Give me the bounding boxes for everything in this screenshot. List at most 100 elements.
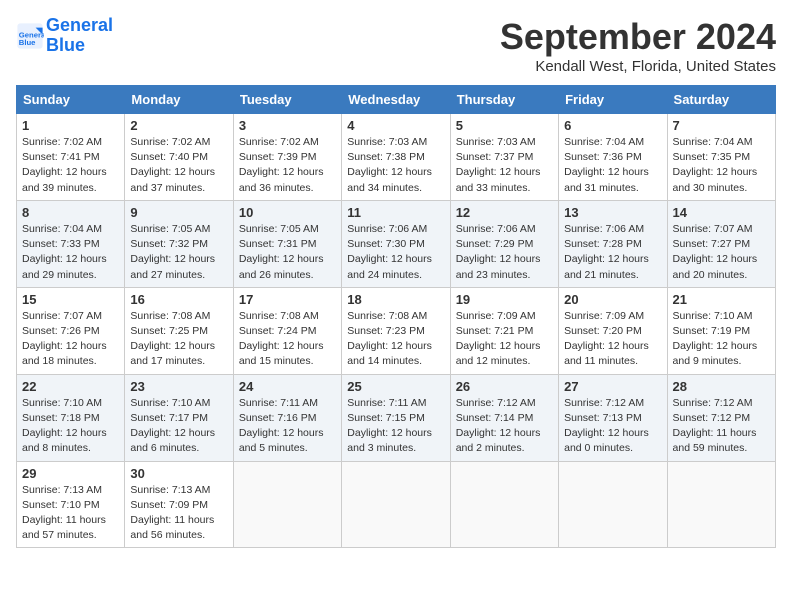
day-info: Sunrise: 7:12 AMSunset: 7:12 PMDaylight:… [673, 396, 770, 457]
day-info: Sunrise: 7:04 AMSunset: 7:33 PMDaylight:… [22, 222, 119, 283]
calendar-cell: 6 Sunrise: 7:04 AMSunset: 7:36 PMDaylight… [559, 114, 667, 201]
day-number: 24 [239, 379, 336, 394]
calendar-cell [559, 461, 667, 548]
calendar-cell: 3 Sunrise: 7:02 AMSunset: 7:39 PMDaylight… [233, 114, 341, 201]
calendar-cell: 28 Sunrise: 7:12 AMSunset: 7:12 PMDayligh… [667, 374, 775, 461]
day-number: 4 [347, 118, 444, 133]
day-info: Sunrise: 7:02 AMSunset: 7:39 PMDaylight:… [239, 135, 336, 196]
day-number: 26 [456, 379, 553, 394]
day-number: 8 [22, 205, 119, 220]
calendar-cell: 26 Sunrise: 7:12 AMSunset: 7:14 PMDayligh… [450, 374, 558, 461]
day-number: 30 [130, 466, 227, 481]
calendar-cell: 2Sunrise: 7:02 AMSunset: 7:40 PMDaylight… [125, 114, 233, 201]
day-info: Sunrise: 7:11 AMSunset: 7:16 PMDaylight:… [239, 396, 336, 457]
calendar-cell: 8 Sunrise: 7:04 AMSunset: 7:33 PMDaylight… [17, 200, 125, 287]
calendar-cell: 25 Sunrise: 7:11 AMSunset: 7:15 PMDayligh… [342, 374, 450, 461]
calendar-cell: 17 Sunrise: 7:08 AMSunset: 7:24 PMDayligh… [233, 287, 341, 374]
day-number: 14 [673, 205, 770, 220]
col-header-tuesday: Tuesday [233, 86, 341, 114]
day-info: Sunrise: 7:04 AMSunset: 7:35 PMDaylight:… [673, 135, 770, 196]
day-info: Sunrise: 7:09 AMSunset: 7:21 PMDaylight:… [456, 309, 553, 370]
calendar-table: SundayMondayTuesdayWednesdayThursdayFrid… [16, 85, 776, 548]
col-header-saturday: Saturday [667, 86, 775, 114]
calendar-cell [233, 461, 341, 548]
day-number: 20 [564, 292, 661, 307]
day-number: 17 [239, 292, 336, 307]
day-info: Sunrise: 7:13 AMSunset: 7:10 PMDaylight:… [22, 483, 119, 544]
calendar-cell: 1 Sunrise: 7:02 AMSunset: 7:41 PMDaylight… [17, 114, 125, 201]
calendar-cell: 30 Sunrise: 7:13 AMSunset: 7:09 PMDayligh… [125, 461, 233, 548]
day-number: 12 [456, 205, 553, 220]
title-block: September 2024 Kendall West, Florida, Un… [500, 16, 776, 75]
col-header-monday: Monday [125, 86, 233, 114]
header: General Blue GeneralBlue September 2024 … [16, 16, 776, 75]
day-number: 19 [456, 292, 553, 307]
day-number: 2 [130, 118, 227, 133]
day-info: Sunrise: 7:12 AMSunset: 7:13 PMDaylight:… [564, 396, 661, 457]
day-number: 23 [130, 379, 227, 394]
day-number: 11 [347, 205, 444, 220]
month-title: September 2024 [500, 16, 776, 58]
calendar-cell: 27 Sunrise: 7:12 AMSunset: 7:13 PMDayligh… [559, 374, 667, 461]
day-number: 16 [130, 292, 227, 307]
day-info: Sunrise: 7:08 AMSunset: 7:24 PMDaylight:… [239, 309, 336, 370]
day-info: Sunrise: 7:09 AMSunset: 7:20 PMDaylight:… [564, 309, 661, 370]
col-header-sunday: Sunday [17, 86, 125, 114]
day-info: Sunrise: 7:03 AMSunset: 7:38 PMDaylight:… [347, 135, 444, 196]
day-info: Sunrise: 7:02 AMSunset: 7:41 PMDaylight:… [22, 135, 119, 196]
day-info: Sunrise: 7:07 AMSunset: 7:27 PMDaylight:… [673, 222, 770, 283]
day-number: 27 [564, 379, 661, 394]
day-info: Sunrise: 7:10 AMSunset: 7:19 PMDaylight:… [673, 309, 770, 370]
col-header-thursday: Thursday [450, 86, 558, 114]
day-info: Sunrise: 7:12 AMSunset: 7:14 PMDaylight:… [456, 396, 553, 457]
day-info: Sunrise: 7:05 AMSunset: 7:32 PMDaylight:… [130, 222, 227, 283]
calendar-cell: 13Sunrise: 7:06 AMSunset: 7:28 PMDayligh… [559, 200, 667, 287]
calendar-cell: 24 Sunrise: 7:11 AMSunset: 7:16 PMDayligh… [233, 374, 341, 461]
calendar-cell: 19 Sunrise: 7:09 AMSunset: 7:21 PMDayligh… [450, 287, 558, 374]
day-info: Sunrise: 7:03 AMSunset: 7:37 PMDaylight:… [456, 135, 553, 196]
day-number: 1 [22, 118, 119, 133]
col-header-wednesday: Wednesday [342, 86, 450, 114]
calendar-cell: 12Sunrise: 7:06 AMSunset: 7:29 PMDayligh… [450, 200, 558, 287]
logo-icon: General Blue [16, 22, 44, 50]
day-number: 10 [239, 205, 336, 220]
calendar-cell: 23 Sunrise: 7:10 AMSunset: 7:17 PMDayligh… [125, 374, 233, 461]
day-number: 29 [22, 466, 119, 481]
col-header-friday: Friday [559, 86, 667, 114]
calendar-cell [667, 461, 775, 548]
calendar-cell [342, 461, 450, 548]
day-info: Sunrise: 7:04 AMSunset: 7:36 PMDaylight:… [564, 135, 661, 196]
calendar-cell: 15Sunrise: 7:07 AMSunset: 7:26 PMDayligh… [17, 287, 125, 374]
header-row: SundayMondayTuesdayWednesdayThursdayFrid… [17, 86, 776, 114]
day-number: 6 [564, 118, 661, 133]
day-info: Sunrise: 7:05 AMSunset: 7:31 PMDaylight:… [239, 222, 336, 283]
calendar-cell: 10 Sunrise: 7:05 AMSunset: 7:31 PMDayligh… [233, 200, 341, 287]
calendar-cell: 9 Sunrise: 7:05 AMSunset: 7:32 PMDaylight… [125, 200, 233, 287]
day-number: 25 [347, 379, 444, 394]
day-number: 15 [22, 292, 119, 307]
day-info: Sunrise: 7:10 AMSunset: 7:17 PMDaylight:… [130, 396, 227, 457]
day-number: 7 [673, 118, 770, 133]
day-number: 28 [673, 379, 770, 394]
calendar-cell: 21 Sunrise: 7:10 AMSunset: 7:19 PMDayligh… [667, 287, 775, 374]
day-info: Sunrise: 7:13 AMSunset: 7:09 PMDaylight:… [130, 483, 227, 544]
day-number: 9 [130, 205, 227, 220]
logo: General Blue GeneralBlue [16, 16, 113, 56]
day-number: 21 [673, 292, 770, 307]
calendar-cell [450, 461, 558, 548]
day-info: Sunrise: 7:06 AMSunset: 7:28 PMDaylight:… [564, 222, 661, 283]
location-title: Kendall West, Florida, United States [500, 58, 776, 75]
calendar-cell: 29 Sunrise: 7:13 AMSunset: 7:10 PMDayligh… [17, 461, 125, 548]
calendar-cell: 20 Sunrise: 7:09 AMSunset: 7:20 PMDayligh… [559, 287, 667, 374]
svg-text:Blue: Blue [19, 38, 36, 47]
calendar-cell: 16Sunrise: 7:08 AMSunset: 7:25 PMDayligh… [125, 287, 233, 374]
day-info: Sunrise: 7:06 AMSunset: 7:30 PMDaylight:… [347, 222, 444, 283]
day-number: 22 [22, 379, 119, 394]
calendar-cell: 11 Sunrise: 7:06 AMSunset: 7:30 PMDayligh… [342, 200, 450, 287]
calendar-cell: 4 Sunrise: 7:03 AMSunset: 7:38 PMDaylight… [342, 114, 450, 201]
calendar-cell: 5Sunrise: 7:03 AMSunset: 7:37 PMDaylight… [450, 114, 558, 201]
calendar-cell: 7 Sunrise: 7:04 AMSunset: 7:35 PMDaylight… [667, 114, 775, 201]
day-number: 3 [239, 118, 336, 133]
day-info: Sunrise: 7:11 AMSunset: 7:15 PMDaylight:… [347, 396, 444, 457]
calendar-cell: 18Sunrise: 7:08 AMSunset: 7:23 PMDayligh… [342, 287, 450, 374]
